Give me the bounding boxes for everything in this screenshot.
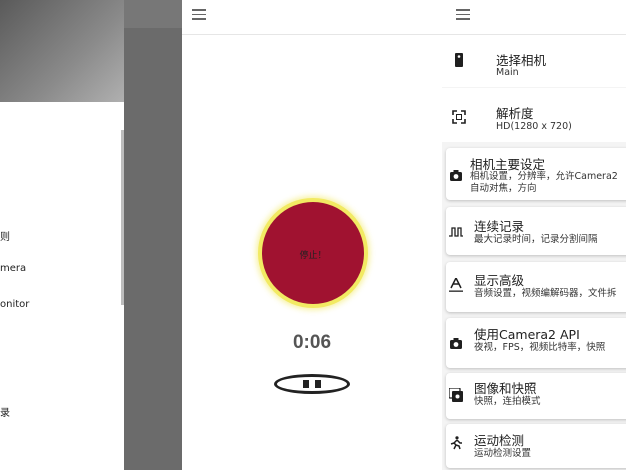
menu-icon[interactable] bbox=[456, 9, 470, 20]
burst-photo-icon bbox=[449, 388, 463, 402]
navigation-drawer-panel: 则 mera onitor 录 bbox=[0, 0, 182, 470]
record-button-label: 停止！ bbox=[299, 250, 327, 260]
drawer-item-3[interactable]: onitor bbox=[0, 299, 29, 310]
drawer-menu: 则 mera onitor 录 bbox=[0, 102, 124, 470]
select-camera-value: Main bbox=[496, 67, 519, 78]
running-person-icon bbox=[450, 436, 462, 450]
drawer-scrim[interactable] bbox=[124, 0, 182, 470]
camera-icon bbox=[450, 338, 462, 349]
resolution-item[interactable]: 解析度 HD(1280 x 720) bbox=[442, 88, 626, 142]
pause-icon-bar-right bbox=[315, 380, 321, 388]
image-snapshot-card[interactable]: 图像和快照 快照，连拍模式 bbox=[446, 373, 626, 419]
camera-main-settings-sub2: 自动对焦，方向 bbox=[470, 183, 537, 194]
camera-main-settings-sub1: 相机设置，分辨率，允许Camera2 bbox=[470, 171, 618, 182]
drawer-item-4[interactable]: 录 bbox=[0, 404, 10, 419]
stop-record-button[interactable]: 停止！ bbox=[262, 202, 364, 304]
resolution-value: HD(1280 x 720) bbox=[496, 121, 572, 132]
drawer-header-image bbox=[0, 0, 124, 102]
font-a-icon bbox=[449, 278, 463, 292]
app-bar bbox=[182, 0, 442, 35]
pause-button[interactable] bbox=[274, 374, 350, 394]
drawer-item-1[interactable]: 则 bbox=[0, 228, 10, 243]
resolution-frame-icon bbox=[452, 110, 466, 124]
menu-icon[interactable] bbox=[192, 9, 206, 20]
camera-main-settings-card[interactable]: 相机主要设定 相机设置，分辨率，允许Camera2 自动对焦，方向 bbox=[446, 148, 626, 200]
continuous-recording-sub: 最大记录时间，记录分割间隔 bbox=[474, 234, 598, 245]
select-camera-item[interactable]: 选择相机 Main bbox=[442, 35, 626, 87]
drawer-item-2[interactable]: mera bbox=[0, 263, 26, 274]
resolution-title: 解析度 bbox=[496, 106, 534, 121]
recording-screen: 停止！ 0:06 bbox=[182, 0, 442, 470]
motion-detection-sub: 运动检测设置 bbox=[474, 448, 532, 459]
pulse-wave-icon bbox=[449, 227, 463, 237]
camera2-api-sub: 夜视，FPS，视频比特率，快照 bbox=[474, 342, 606, 353]
camera2-api-card[interactable]: 使用Camera2 API 夜视，FPS，视频比特率，快照 bbox=[446, 318, 626, 368]
camera2-api-title: 使用Camera2 API bbox=[474, 327, 580, 342]
drawer-scrim-top bbox=[124, 0, 182, 28]
motion-detection-card[interactable]: 运动检测 运动检测设置 bbox=[446, 424, 626, 468]
continuous-recording-title: 连续记录 bbox=[474, 219, 525, 234]
display-advanced-title: 显示高级 bbox=[474, 273, 525, 288]
display-advanced-card[interactable]: 显示高级 音频设置，视频编解码器，文件拆 bbox=[446, 262, 626, 312]
image-snapshot-title: 图像和快照 bbox=[474, 381, 537, 396]
continuous-recording-card[interactable]: 连续记录 最大记录时间，记录分割间隔 bbox=[446, 207, 626, 255]
motion-detection-title: 运动检测 bbox=[474, 433, 525, 448]
recording-timer: 0:06 bbox=[292, 332, 332, 353]
settings-panel: 选择相机 Main 解析度 HD(1280 x 720) 相机主要设定 相机设置… bbox=[442, 0, 626, 470]
phone-camera-icon bbox=[455, 53, 463, 67]
settings-app-bar bbox=[442, 0, 626, 35]
image-snapshot-sub: 快照，连拍模式 bbox=[474, 396, 541, 407]
display-advanced-sub: 音频设置，视频编解码器，文件拆 bbox=[474, 288, 617, 299]
camera-icon bbox=[450, 170, 462, 181]
pause-icon-bar-left bbox=[303, 380, 309, 388]
